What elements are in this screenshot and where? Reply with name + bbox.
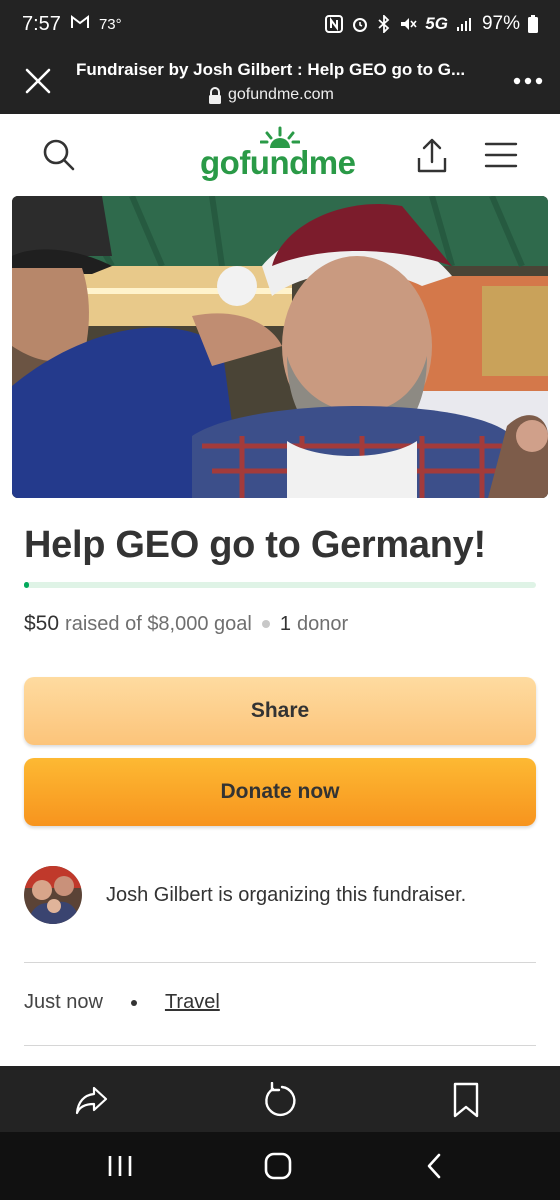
share-button[interactable]: Share — [24, 677, 536, 745]
hamburger-menu-icon — [484, 142, 518, 168]
more-vertical-icon — [513, 77, 543, 85]
status-time: 7:57 — [22, 12, 61, 35]
home-icon — [264, 1152, 292, 1180]
recent-apps-button[interactable] — [100, 1148, 140, 1184]
network-type: 5G — [425, 14, 448, 33]
status-right: 5G 97% — [325, 13, 538, 35]
back-button[interactable] — [414, 1148, 454, 1184]
share-upload-icon — [417, 138, 447, 173]
android-navigation-bar — [0, 1132, 560, 1200]
browser-title-area[interactable]: Fundraiser by Josh Gilbert : Help GEO go… — [76, 58, 496, 104]
site-header: gofundme — [0, 114, 560, 196]
progress-bar — [24, 582, 536, 588]
battery-percent: 97% — [481, 13, 520, 34]
reload-button[interactable] — [260, 1080, 300, 1120]
lock-icon — [209, 86, 221, 104]
progress-bar-fill — [24, 582, 29, 588]
gmail-icon — [70, 13, 89, 35]
category-link[interactable]: Travel — [165, 991, 220, 1014]
donor-label: donor — [296, 613, 349, 635]
donor-count: 1 — [279, 613, 291, 635]
status-left: 7:57 73° — [22, 13, 122, 36]
campaign-hero-image — [12, 196, 548, 498]
browser-more-button[interactable] — [496, 48, 560, 114]
created-time: Just now — [24, 991, 103, 1013]
alarm-icon — [351, 15, 369, 33]
home-button[interactable] — [258, 1148, 298, 1184]
bookmark-icon — [453, 1082, 479, 1118]
forward-share-button[interactable] — [72, 1080, 112, 1120]
donate-now-button[interactable]: Donate now — [24, 758, 536, 826]
gofundme-logo[interactable]: gofundme — [200, 126, 360, 188]
mute-icon — [399, 15, 417, 33]
divider-top — [24, 962, 536, 963]
organizer-text: Josh Gilbert is organizing this fundrais… — [106, 883, 467, 906]
meta-separator-dot — [130, 999, 137, 1006]
divider-bottom — [24, 1045, 536, 1046]
battery-icon — [528, 15, 538, 33]
organizer-row[interactable]: Josh Gilbert is organizing this fundrais… — [24, 866, 536, 924]
share-page-button[interactable] — [414, 136, 450, 176]
reload-icon — [265, 1082, 296, 1117]
separator-dot — [261, 620, 270, 628]
status-temperature: 73° — [98, 15, 122, 33]
browser-url: gofundme.com — [76, 86, 334, 104]
organizer-avatar — [24, 866, 82, 924]
search-button[interactable] — [40, 136, 78, 174]
share-forward-icon — [75, 1086, 108, 1115]
browser-top-bar: Fundraiser by Josh Gilbert : Help GEO go… — [0, 48, 560, 114]
raised-amount: $50 — [24, 612, 60, 635]
campaign-title: Help GEO go to Germany! — [24, 524, 486, 566]
back-icon — [427, 1153, 441, 1179]
url-text: gofundme.com — [228, 86, 334, 103]
signal-icon — [456, 16, 474, 32]
campaign-meta: Just now Travel — [24, 991, 220, 1014]
bluetooth-icon — [377, 15, 391, 33]
status-bar: 7:57 73° 5G 97% — [0, 0, 560, 48]
hamburger-menu-button[interactable] — [484, 140, 518, 170]
raised-summary: $50 raised of $8,000 goal 1 donor — [24, 612, 348, 636]
raised-goal-text: raised of $8,000 goal — [65, 613, 252, 635]
close-tab-button[interactable] — [0, 48, 76, 114]
close-icon — [25, 68, 51, 94]
nfc-icon — [325, 15, 344, 33]
bookmark-button[interactable] — [446, 1080, 486, 1120]
search-icon — [43, 139, 75, 171]
browser-bottom-toolbar — [0, 1066, 560, 1132]
browser-page-title: Fundraiser by Josh Gilbert : Help GEO go… — [76, 60, 466, 79]
recent-apps-icon — [108, 1156, 132, 1176]
logo-text: gofundme — [200, 144, 356, 181]
